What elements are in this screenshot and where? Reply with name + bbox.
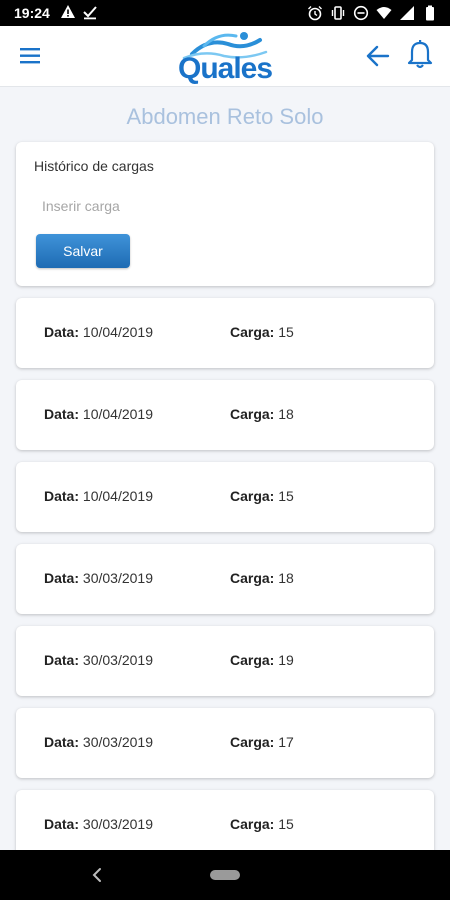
date-value: 30/03/2019 (82, 734, 153, 750)
arrow-back-icon[interactable] (364, 42, 392, 70)
vibrate-icon (331, 6, 345, 20)
date-label: Data: (44, 324, 80, 340)
load-value: 19 (278, 652, 294, 668)
record-load: Carga: 15 (230, 488, 294, 504)
load-value: 18 (278, 570, 294, 586)
load-label: Carga: (230, 570, 275, 586)
date-label: Data: (44, 488, 80, 504)
nav-home-pill-icon[interactable] (210, 870, 240, 880)
battery-icon (426, 5, 434, 21)
date-label: Data: (44, 406, 80, 422)
nav-back-icon[interactable] (88, 866, 106, 884)
load-value: 15 (278, 816, 294, 832)
record-date: Data: 10/04/2019 (44, 488, 153, 504)
record-date: Data: 30/03/2019 (44, 652, 153, 668)
logo-text: Quales (178, 52, 273, 85)
record-date: Data: 30/03/2019 (44, 734, 153, 750)
record-date: Data: 10/04/2019 (44, 324, 153, 340)
load-label: Carga: (230, 406, 275, 422)
record-card: Data: 10/04/2019 Carga: 15 (16, 462, 434, 532)
record-date: Data: 10/04/2019 (44, 406, 153, 422)
status-right-icons (307, 5, 438, 21)
load-label: Carga: (230, 734, 275, 750)
date-label: Data: (44, 652, 80, 668)
record-load: Carga: 18 (230, 570, 294, 586)
warning-icon (61, 5, 75, 18)
status-bar: 19:24 (0, 0, 450, 26)
load-input[interactable] (40, 194, 304, 218)
do-not-disturb-icon (353, 5, 369, 21)
status-time: 19:24 (14, 5, 50, 21)
record-load: Carga: 15 (230, 324, 294, 340)
record-date: Data: 30/03/2019 (44, 816, 153, 832)
load-label: Carga: (230, 324, 275, 340)
bell-icon[interactable] (405, 39, 435, 71)
record-card: Data: 10/04/2019 Carga: 15 (16, 298, 434, 368)
load-label: Carga: (230, 652, 275, 668)
app-header: Quales (0, 26, 450, 87)
signal-icon (400, 6, 414, 20)
load-value: 17 (278, 734, 294, 750)
load-label: Carga: (230, 488, 275, 504)
download-done-icon (83, 6, 97, 20)
date-value: 10/04/2019 (82, 406, 153, 422)
save-button[interactable]: Salvar (36, 234, 130, 268)
load-value: 18 (278, 406, 294, 422)
date-label: Data: (44, 816, 80, 832)
system-nav-bar (0, 850, 450, 900)
load-value: 15 (278, 324, 294, 340)
form-label: Histórico de cargas (34, 158, 154, 174)
quales-logo: Quales (174, 30, 278, 85)
record-load: Carga: 17 (230, 734, 294, 750)
record-card: Data: 30/03/2019 Carga: 19 (16, 626, 434, 696)
record-load: Carga: 18 (230, 406, 294, 422)
date-value: 30/03/2019 (82, 816, 153, 832)
wifi-icon (376, 7, 392, 19)
status-left-icons (60, 4, 98, 20)
record-load: Carga: 19 (230, 652, 294, 668)
record-card: Data: 30/03/2019 Carga: 17 (16, 708, 434, 778)
date-label: Data: (44, 570, 80, 586)
menu-icon[interactable] (18, 44, 44, 68)
date-value: 10/04/2019 (82, 488, 153, 504)
record-date: Data: 30/03/2019 (44, 570, 153, 586)
load-label: Carga: (230, 816, 275, 832)
record-card: Data: 10/04/2019 Carga: 18 (16, 380, 434, 450)
page-title: Abdomen Reto Solo (126, 104, 324, 129)
load-history-form: Histórico de cargas Salvar (16, 142, 434, 286)
record-load: Carga: 15 (230, 816, 294, 832)
date-label: Data: (44, 734, 80, 750)
date-value: 30/03/2019 (82, 652, 153, 668)
record-card: Data: 30/03/2019 Carga: 18 (16, 544, 434, 614)
load-value: 15 (278, 488, 294, 504)
date-value: 30/03/2019 (82, 570, 153, 586)
date-value: 10/04/2019 (82, 324, 153, 340)
alarm-icon (308, 6, 322, 21)
